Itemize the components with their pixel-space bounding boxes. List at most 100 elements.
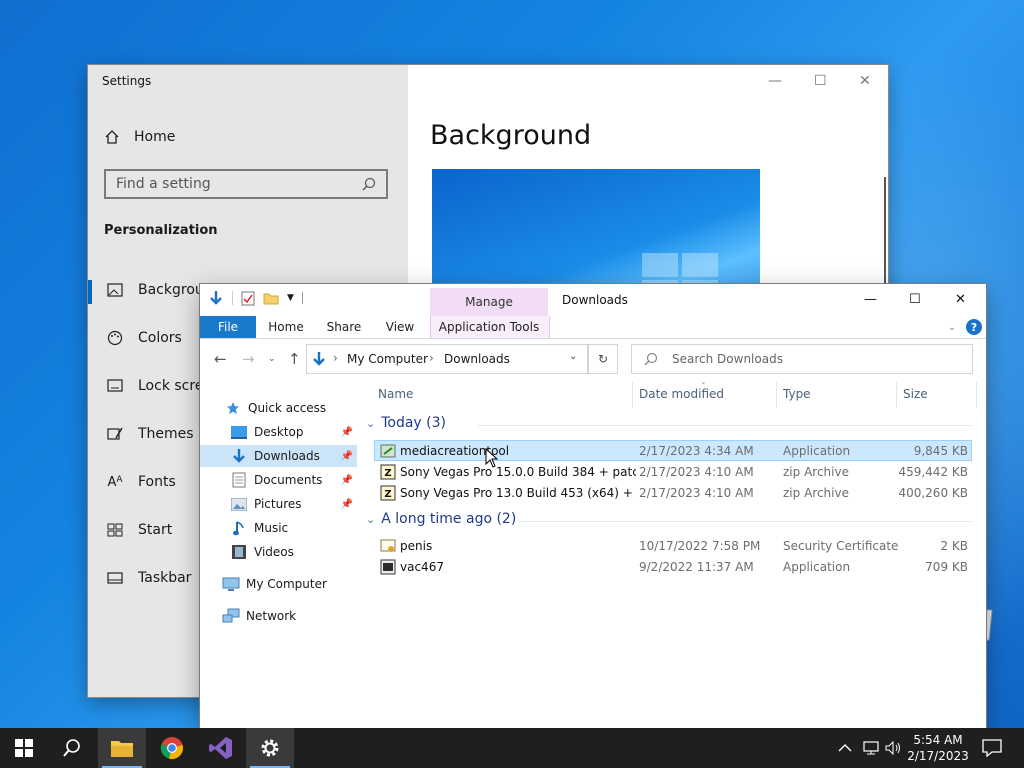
tab-view[interactable]: View <box>378 316 422 338</box>
tree-documents[interactable]: Documents 📌 <box>200 469 357 491</box>
notifications-icon[interactable] <box>982 728 1002 768</box>
pin-icon[interactable]: 📌 <box>341 427 353 438</box>
group-header-long-ago[interactable]: ⌄ A long time ago (2) <box>366 511 516 527</box>
close-button[interactable]: ✕ <box>859 73 871 89</box>
refresh-button[interactable]: ↻ <box>588 344 618 374</box>
windows-logo-icon <box>15 739 33 757</box>
file-row[interactable]: vac467 9/2/2022 11:37 AM Application 709… <box>374 556 972 577</box>
settings-nav-taskbar[interactable]: Taskbar <box>88 570 191 586</box>
network-status-icon[interactable] <box>862 728 880 768</box>
address-bar[interactable]: › My Computer › Downloads ⌄ <box>306 344 588 374</box>
pin-icon[interactable]: 📌 <box>341 475 353 486</box>
taskbar-visual-studio[interactable] <box>197 728 245 768</box>
scrollbar[interactable] <box>884 177 886 285</box>
tab-share[interactable]: Share <box>322 316 366 338</box>
file-date: 9/2/2022 11:37 AM <box>639 559 754 574</box>
taskbar-settings[interactable] <box>246 728 294 768</box>
help-icon[interactable]: ? <box>964 316 984 338</box>
file-explorer-window: ▼ Manage Downloads — ☐ ✕ File Home Share… <box>200 284 986 728</box>
file-size: 9,845 KB <box>913 443 968 458</box>
file-size: 2 KB <box>940 538 968 553</box>
tree-my-computer[interactable]: My Computer <box>200 573 357 595</box>
column-header-size[interactable]: Size <box>903 387 928 401</box>
pictures-icon <box>230 496 248 512</box>
file-type: zip Archive <box>783 485 849 500</box>
file-row[interactable]: Z Sony Vegas Pro 13.0 Build 453 (x64) + … <box>374 482 972 503</box>
tree-quick-access[interactable]: Quick access <box>200 397 357 419</box>
refresh-icon: ↻ <box>597 352 609 366</box>
home-icon <box>104 129 120 145</box>
maximize-button[interactable]: ☐ <box>909 292 921 307</box>
find-setting-input[interactable]: Find a setting <box>104 169 388 199</box>
address-dropdown-chevron-icon[interactable]: ⌄ <box>569 351 577 362</box>
search-button[interactable] <box>48 728 96 768</box>
file-date: 10/17/2022 7:58 PM <box>639 538 761 553</box>
downloads-folder-icon <box>311 351 327 367</box>
clock-date: 2/17/2023 <box>907 749 969 763</box>
group-divider <box>518 521 972 522</box>
close-button[interactable]: ✕ <box>955 292 966 307</box>
explorer-titlebar: ▼ Manage Downloads — ☐ ✕ <box>200 284 986 316</box>
minimize-button[interactable]: — <box>768 73 782 89</box>
settings-nav-label: Fonts <box>138 474 176 490</box>
settings-nav-fonts[interactable]: AA Fonts <box>88 474 176 490</box>
search-placeholder: Search Downloads <box>672 352 783 366</box>
maximize-button[interactable]: ☐ <box>814 73 827 89</box>
settings-home-link[interactable]: Home <box>104 129 175 145</box>
file-date: 2/17/2023 4:34 AM <box>639 443 754 458</box>
properties-icon[interactable] <box>241 290 255 306</box>
taskbar-chrome[interactable] <box>148 728 196 768</box>
forward-button[interactable]: → <box>242 350 255 368</box>
chrome-icon <box>160 736 184 760</box>
tree-pictures[interactable]: Pictures 📌 <box>200 493 357 515</box>
tree-music[interactable]: Music <box>200 517 357 539</box>
up-button[interactable]: ↑ <box>288 350 301 368</box>
downloads-icon <box>230 448 248 464</box>
column-divider[interactable] <box>896 382 897 408</box>
file-type: zip Archive <box>783 464 849 479</box>
group-header-today[interactable]: ⌄ Today (3) <box>366 415 446 431</box>
chevron-down-icon[interactable]: ▼ <box>287 293 294 303</box>
column-divider[interactable] <box>976 382 977 408</box>
font-icon: AA <box>107 474 123 490</box>
file-row[interactable]: Z Sony Vegas Pro 15.0.0 Build 384 + patc… <box>374 461 972 482</box>
tree-videos[interactable]: Videos <box>200 541 357 563</box>
tree-network[interactable]: Network <box>200 605 357 627</box>
expand-ribbon-icon[interactable]: ⌄ <box>942 316 962 338</box>
file-row[interactable]: mediacreationtool 2/17/2023 4:34 AM Appl… <box>374 440 972 461</box>
tab-file[interactable]: File <box>200 316 256 338</box>
column-divider[interactable] <box>776 382 777 408</box>
tree-downloads[interactable]: Downloads 📌 <box>200 445 357 467</box>
tab-home[interactable]: Home <box>264 316 308 338</box>
column-header-date[interactable]: Date modified <box>639 387 724 401</box>
column-divider[interactable] <box>632 382 633 408</box>
recent-locations-chevron-icon[interactable]: ⌄ <box>268 354 276 364</box>
breadcrumb-downloads[interactable]: Downloads <box>444 352 510 366</box>
find-setting-placeholder: Find a setting <box>116 176 211 192</box>
breadcrumb-my-computer[interactable]: My Computer <box>347 352 428 366</box>
manage-tab[interactable]: Manage <box>430 288 548 316</box>
start-button[interactable] <box>0 728 48 768</box>
down-arrow-icon[interactable] <box>208 290 224 306</box>
file-name: Sony Vegas Pro 13.0 Build 453 (x64) + Pa… <box>400 485 636 500</box>
palette-icon <box>92 330 138 346</box>
pin-icon[interactable]: 📌 <box>341 499 353 510</box>
tab-application-tools[interactable]: Application Tools <box>432 316 546 338</box>
system-clock[interactable]: 5:54 AM 2/17/2023 <box>900 732 976 764</box>
file-row[interactable]: penis 10/17/2022 7:58 PM Security Certif… <box>374 535 972 556</box>
settings-nav-colors[interactable]: Colors <box>88 330 182 346</box>
pin-icon[interactable]: 📌 <box>341 451 353 462</box>
settings-nav-label: Taskbar <box>138 570 192 586</box>
column-header-type[interactable]: Type <box>783 387 811 401</box>
new-folder-icon[interactable] <box>263 291 279 305</box>
column-header-name[interactable]: Name <box>378 387 413 401</box>
search-downloads-input[interactable]: Search Downloads <box>631 344 973 374</box>
minimize-button[interactable]: — <box>864 292 877 307</box>
file-name: vac467 <box>400 559 444 574</box>
taskbar-file-explorer[interactable] <box>98 728 146 768</box>
show-hidden-icons-chevron-icon[interactable] <box>838 728 852 768</box>
settings-nav-themes[interactable]: Themes <box>88 426 194 442</box>
tree-desktop[interactable]: Desktop 📌 <box>200 421 357 443</box>
back-button[interactable]: ← <box>214 350 227 368</box>
settings-nav-start[interactable]: Start <box>88 522 172 538</box>
